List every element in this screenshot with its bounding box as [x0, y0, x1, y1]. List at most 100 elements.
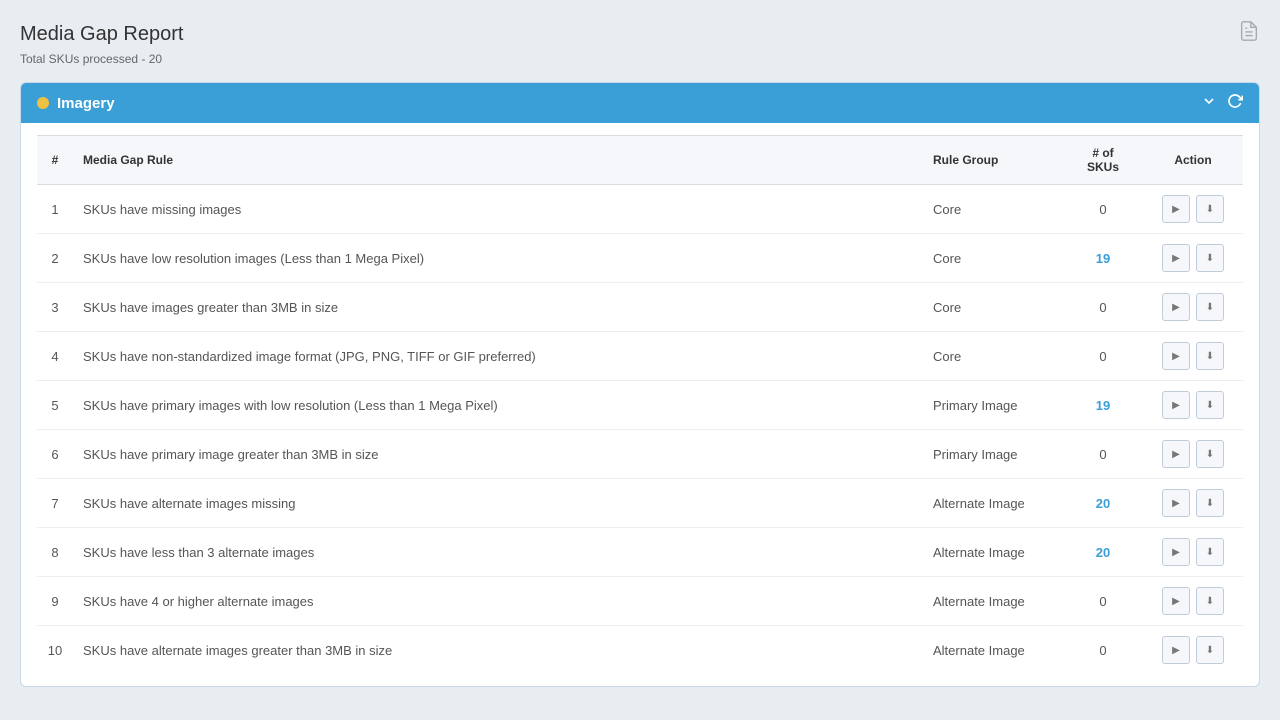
play-icon — [1172, 252, 1180, 264]
row-rule: SKUs have less than 3 alternate images — [73, 528, 923, 577]
run-button[interactable] — [1162, 440, 1190, 468]
download-button[interactable] — [1196, 244, 1224, 272]
run-button[interactable] — [1162, 293, 1190, 321]
row-skus: 0 — [1063, 185, 1143, 234]
table-row: 2 SKUs have low resolution images (Less … — [37, 234, 1243, 283]
download-button[interactable] — [1196, 293, 1224, 321]
row-num: 3 — [37, 283, 73, 332]
row-num: 1 — [37, 185, 73, 234]
section-header: Imagery — [21, 83, 1259, 123]
row-action — [1143, 430, 1243, 479]
row-num: 9 — [37, 577, 73, 626]
table-row: 5 SKUs have primary images with low reso… — [37, 381, 1243, 430]
row-rule-group: Primary Image — [923, 430, 1063, 479]
row-rule-group: Alternate Image — [923, 479, 1063, 528]
table-row: 3 SKUs have images greater than 3MB in s… — [37, 283, 1243, 332]
section-header-right — [1201, 93, 1243, 113]
row-skus: 20 — [1063, 528, 1143, 577]
row-rule: SKUs have images greater than 3MB in siz… — [73, 283, 923, 332]
row-action — [1143, 479, 1243, 528]
download-icon — [1206, 203, 1214, 215]
download-button[interactable] — [1196, 440, 1224, 468]
download-icon — [1206, 252, 1214, 264]
row-num: 7 — [37, 479, 73, 528]
download-button[interactable] — [1196, 195, 1224, 223]
row-skus: 0 — [1063, 626, 1143, 675]
col-header-rule: Media Gap Rule — [73, 136, 923, 185]
download-button[interactable] — [1196, 489, 1224, 517]
play-icon — [1172, 448, 1180, 460]
row-action — [1143, 381, 1243, 430]
section-title: Imagery — [57, 95, 115, 112]
row-num: 8 — [37, 528, 73, 577]
section-header-left: Imagery — [37, 95, 115, 112]
media-gap-table: # Media Gap Rule Rule Group # ofSKUs Act… — [37, 135, 1243, 674]
col-header-action: Action — [1143, 136, 1243, 185]
row-skus: 19 — [1063, 234, 1143, 283]
refresh-button[interactable] — [1227, 93, 1243, 113]
collapse-button[interactable] — [1201, 93, 1217, 113]
play-icon — [1172, 203, 1180, 215]
table-row: 6 SKUs have primary image greater than 3… — [37, 430, 1243, 479]
col-header-skus: # ofSKUs — [1063, 136, 1143, 185]
download-button[interactable] — [1196, 636, 1224, 664]
row-action — [1143, 234, 1243, 283]
download-button[interactable] — [1196, 538, 1224, 566]
play-icon — [1172, 497, 1180, 509]
row-rule: SKUs have alternate images greater than … — [73, 626, 923, 675]
export-icon[interactable] — [1238, 20, 1260, 48]
play-icon — [1172, 350, 1180, 362]
row-rule: SKUs have non-standardized image format … — [73, 332, 923, 381]
run-button[interactable] — [1162, 342, 1190, 370]
row-skus: 0 — [1063, 430, 1143, 479]
download-button[interactable] — [1196, 587, 1224, 615]
table-row: 7 SKUs have alternate images missing Alt… — [37, 479, 1243, 528]
page-header: Media Gap Report Total SKUs processed - … — [20, 20, 1260, 66]
row-action — [1143, 185, 1243, 234]
row-rule: SKUs have low resolution images (Less th… — [73, 234, 923, 283]
download-icon — [1206, 399, 1214, 411]
table-row: 4 SKUs have non-standardized image forma… — [37, 332, 1243, 381]
run-button[interactable] — [1162, 195, 1190, 223]
run-button[interactable] — [1162, 636, 1190, 664]
table-row: 9 SKUs have 4 or higher alternate images… — [37, 577, 1243, 626]
row-action — [1143, 577, 1243, 626]
run-button[interactable] — [1162, 489, 1190, 517]
run-button[interactable] — [1162, 538, 1190, 566]
row-rule-group: Core — [923, 332, 1063, 381]
play-icon — [1172, 595, 1180, 607]
row-skus: 20 — [1063, 479, 1143, 528]
download-icon — [1206, 497, 1214, 509]
run-button[interactable] — [1162, 587, 1190, 615]
download-button[interactable] — [1196, 342, 1224, 370]
row-action — [1143, 528, 1243, 577]
page-title: Media Gap Report — [20, 23, 183, 46]
row-skus: 0 — [1063, 577, 1143, 626]
row-rule-group: Core — [923, 185, 1063, 234]
row-num: 5 — [37, 381, 73, 430]
row-num: 6 — [37, 430, 73, 479]
table-wrapper: # Media Gap Rule Rule Group # ofSKUs Act… — [21, 123, 1259, 686]
row-rule: SKUs have 4 or higher alternate images — [73, 577, 923, 626]
run-button[interactable] — [1162, 391, 1190, 419]
section-dot — [37, 97, 49, 109]
play-icon — [1172, 644, 1180, 656]
table-row: 10 SKUs have alternate images greater th… — [37, 626, 1243, 675]
download-icon — [1206, 350, 1214, 362]
row-rule-group: Core — [923, 234, 1063, 283]
row-rule-group: Alternate Image — [923, 577, 1063, 626]
download-icon — [1206, 448, 1214, 460]
col-header-rule-group: Rule Group — [923, 136, 1063, 185]
play-icon — [1172, 546, 1180, 558]
row-num: 4 — [37, 332, 73, 381]
page-subtitle: Total SKUs processed - 20 — [20, 52, 1260, 66]
imagery-section: Imagery # Media Gap Rule Rule — [20, 82, 1260, 687]
download-icon — [1206, 546, 1214, 558]
row-skus: 0 — [1063, 283, 1143, 332]
run-button[interactable] — [1162, 244, 1190, 272]
row-action — [1143, 626, 1243, 675]
row-rule-group: Alternate Image — [923, 626, 1063, 675]
row-num: 10 — [37, 626, 73, 675]
download-button[interactable] — [1196, 391, 1224, 419]
col-header-num: # — [37, 136, 73, 185]
